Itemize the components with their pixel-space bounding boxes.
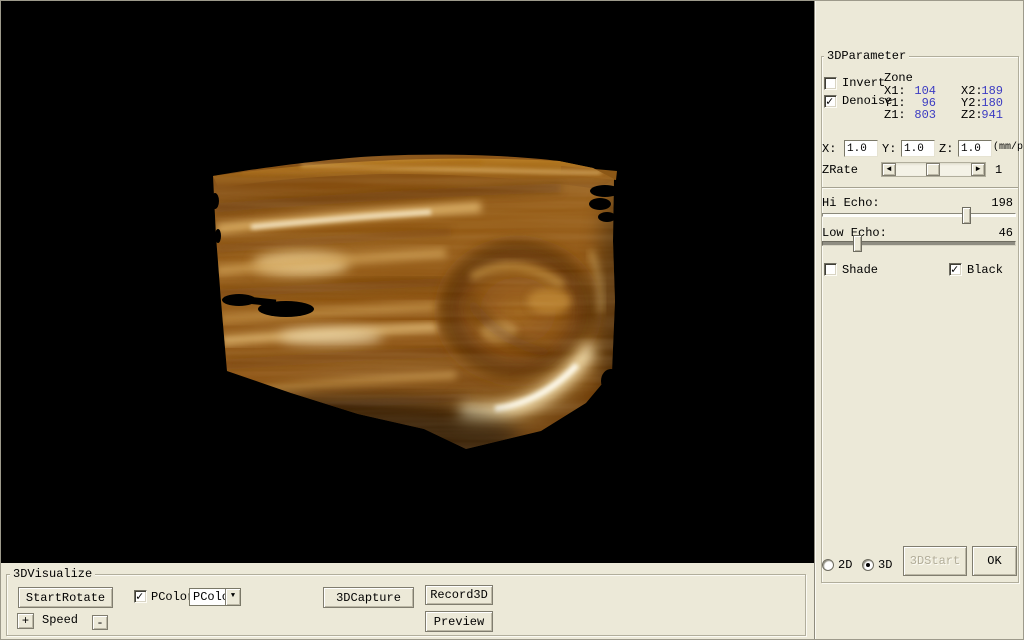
zrate-scrollbar[interactable]: ◄ ► — [881, 162, 986, 177]
black-checkbox[interactable] — [949, 263, 962, 276]
app-window: 3DParameter Invert Denoise Zone X1: 104 … — [0, 0, 1024, 640]
start3d-button[interactable]: 3DStart — [903, 546, 967, 576]
preview-button[interactable]: Preview — [425, 611, 493, 632]
pcolor-dropdown[interactable]: PColor ▼ — [189, 588, 241, 606]
hi-echo-track[interactable] — [822, 213, 1016, 217]
invert-label: Invert — [842, 77, 885, 90]
low-echo-value: 46 — [975, 227, 1013, 240]
scale-z-label: Z: — [939, 143, 953, 156]
zone-z1-value: 803 — [910, 109, 936, 122]
volume-render — [1, 1, 814, 563]
mode-3d-label: 3D — [878, 559, 892, 572]
visualize-group-title: 3DVisualize — [10, 568, 95, 581]
speed-plus-button[interactable]: + — [17, 613, 34, 629]
parameter-groupbox — [821, 56, 1019, 583]
scale-z-input[interactable] — [958, 140, 992, 157]
speed-minus-button[interactable]: - — [92, 615, 108, 630]
visualize-panel: 3DVisualize StartRotate + Speed - PColor… — [1, 563, 814, 640]
capture-button[interactable]: 3DCapture — [323, 587, 414, 608]
shade-checkbox[interactable] — [824, 263, 837, 276]
zrate-scroll-thumb[interactable] — [926, 163, 940, 176]
denoise-checkbox[interactable] — [824, 95, 837, 108]
parameter-panel: 3DParameter Invert Denoise Zone X1: 104 … — [814, 1, 1024, 640]
zrate-label: ZRate — [822, 164, 858, 177]
pcolor-label: PColor — [151, 591, 194, 604]
dropdown-arrow-icon[interactable]: ▼ — [225, 589, 240, 605]
pcolor-checkbox[interactable] — [134, 590, 147, 603]
parameter-separator — [822, 187, 1018, 189]
zone-z2-value: 941 — [977, 109, 1003, 122]
mode-2d-label: 2D — [838, 559, 852, 572]
invert-checkbox[interactable] — [824, 77, 837, 90]
scale-unit-label: (mm/p) — [993, 141, 1024, 154]
hi-echo-label: Hi Echo: — [822, 197, 880, 210]
scale-y-label: Y: — [882, 143, 896, 156]
speed-label: Speed — [42, 614, 78, 627]
mode-2d-radio[interactable] — [822, 559, 834, 571]
zrate-value: 1 — [995, 164, 1002, 177]
zrate-scroll-left-icon[interactable]: ◄ — [882, 163, 896, 176]
scale-x-label: X: — [822, 143, 836, 156]
low-echo-slider-thumb[interactable] — [853, 235, 862, 252]
hi-echo-slider-thumb[interactable] — [962, 207, 971, 224]
shade-label: Shade — [842, 264, 878, 277]
scale-y-input[interactable] — [901, 140, 935, 157]
start-rotate-button[interactable]: StartRotate — [18, 587, 113, 608]
parameter-group-title: 3DParameter — [824, 50, 909, 63]
record-button[interactable]: Record3D — [425, 585, 493, 605]
black-label: Black — [967, 264, 1003, 277]
ok-button[interactable]: OK — [972, 546, 1017, 576]
scale-x-input[interactable] — [844, 140, 878, 157]
zrate-scroll-right-icon[interactable]: ► — [971, 163, 985, 176]
mode-3d-radio[interactable] — [862, 559, 874, 571]
zone-z1-label: Z1: — [884, 109, 906, 122]
hi-echo-value: 198 — [975, 197, 1013, 210]
render-viewport[interactable] — [1, 1, 814, 563]
low-echo-track[interactable] — [822, 241, 1016, 246]
